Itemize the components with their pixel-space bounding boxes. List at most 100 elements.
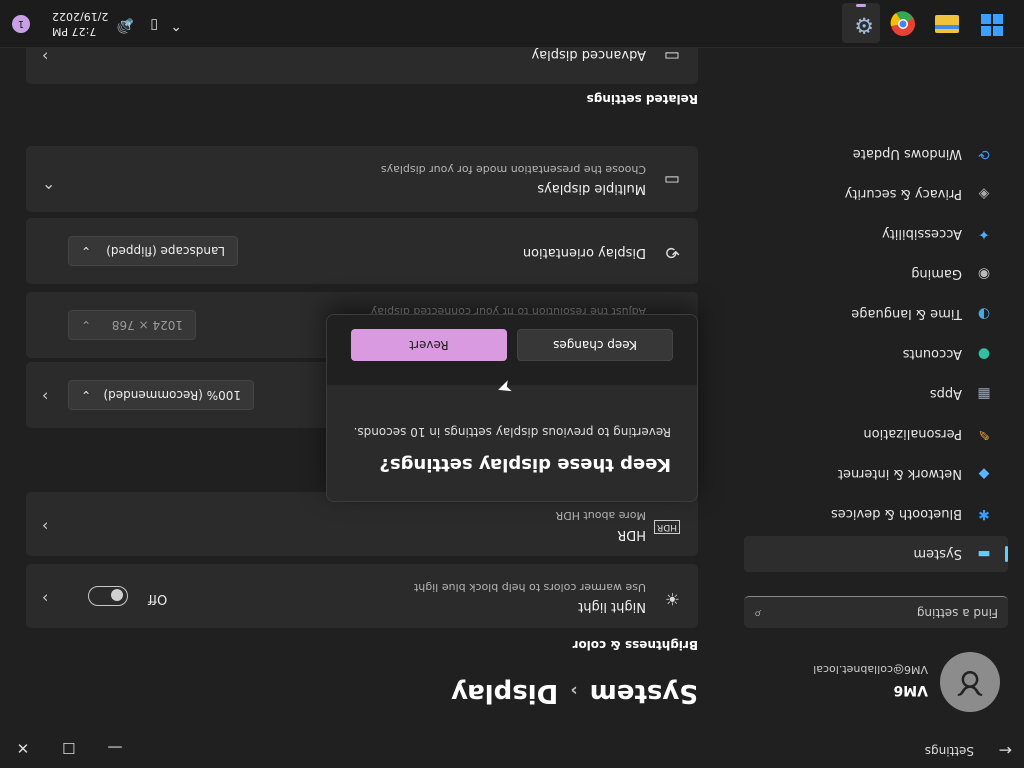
sidebar-item-network-internet[interactable]: ◆ Network & internet <box>744 456 1008 492</box>
nav-icon: ◉ <box>977 266 991 282</box>
hdr-subtitle[interactable]: More about HDR <box>556 509 646 522</box>
sidebar-item-privacy-security[interactable]: ◈ Privacy & security <box>744 176 1008 212</box>
nav-icon: ✱ <box>978 506 990 522</box>
displays-icon: ▭ <box>663 170 680 190</box>
search-icon: ⌕ <box>754 606 762 621</box>
sidebar-item-label: Apps <box>929 386 962 402</box>
speaker-icon[interactable]: 🔊 <box>117 17 134 33</box>
multiple-displays-title: Multiple displays <box>537 181 646 196</box>
sidebar-item-label: Gaming <box>911 266 962 282</box>
section-brightness: Brightness & color <box>572 638 698 652</box>
sidebar-item-label: Bluetooth & devices <box>831 506 962 522</box>
resolution-dropdown[interactable]: 1024 × 768 ⌄ <box>68 310 196 340</box>
orientation-dropdown[interactable]: Landscape (flipped) ⌄ <box>68 236 238 266</box>
night-light-toggle[interactable] <box>88 586 128 606</box>
keep-changes-button[interactable]: Keep changes <box>517 329 673 361</box>
battery-icon[interactable]: ▯ <box>150 17 158 33</box>
chevron-up-icon[interactable]: ⌃ <box>42 173 55 192</box>
search-placeholder: Find a setting <box>916 606 998 620</box>
sidebar-item-accounts[interactable]: ● Accounts <box>744 336 1008 372</box>
windows-start-icon[interactable] <box>976 9 1004 37</box>
chevron-right-icon: › <box>42 589 49 608</box>
file-explorer-icon[interactable] <box>932 9 960 37</box>
sidebar-item-label: Accessibility <box>882 226 962 242</box>
running-indicator <box>856 4 866 7</box>
rotate-icon: ⟲ <box>665 242 680 262</box>
sidebar-item-apps[interactable]: ▦ Apps <box>744 376 1008 412</box>
search-input[interactable]: Find a setting ⌕ <box>744 596 1008 628</box>
chevron-right-icon: › <box>42 47 49 66</box>
chevron-down-icon: ⌄ <box>81 244 92 258</box>
nav-icon: ✦ <box>978 226 990 242</box>
title-bar: ← Settings — ☐ ✕ <box>0 728 1024 768</box>
night-light-title: Night light <box>578 599 646 614</box>
avatar[interactable]: ♉ <box>940 652 1000 712</box>
sidebar-item-system[interactable]: ▬ System <box>744 536 1008 572</box>
screen: ← Settings — ☐ ✕ ♉ VM6 VM6@collabnet.loc… <box>0 0 1024 768</box>
gear-icon: ⚙ <box>854 12 874 37</box>
resolution-value: 1024 × 768 <box>111 318 183 332</box>
scale-value: 100% (Recommended) <box>103 388 241 402</box>
revert-button[interactable]: Revert <box>351 329 507 361</box>
advanced-display-title: Advanced display <box>531 47 646 62</box>
dialog-footer: Keep changes Revert <box>326 314 697 385</box>
minimize-button[interactable]: — <box>92 734 138 762</box>
chevron-down-icon: ⌄ <box>81 388 92 402</box>
clock-date: 2/19/2022 <box>52 10 109 23</box>
breadcrumb: System › Display <box>451 678 698 708</box>
dialog-title: Keep these display settings? <box>379 454 671 475</box>
chevron-down-icon: ⌄ <box>81 318 92 332</box>
nav-icon: ◑ <box>977 306 991 322</box>
dialog-message: Reverting to previous display settings i… <box>353 425 671 439</box>
nav-icon: ▬ <box>977 546 991 562</box>
multiple-displays-card[interactable]: ▭ Multiple displays Choose the presentat… <box>26 146 698 212</box>
multiple-displays-subtitle: Choose the presentation mode for your di… <box>380 163 646 176</box>
chevron-up-icon[interactable]: ⌃ <box>170 17 182 33</box>
breadcrumb-parent[interactable]: System <box>590 678 698 708</box>
scale-dropdown[interactable]: 100% (Recommended) ⌄ <box>68 380 254 410</box>
clock[interactable]: 7:27 PM 2/19/2022 <box>52 9 108 39</box>
sidebar-item-label: Accounts <box>902 346 962 362</box>
user-name: VM6 <box>893 682 928 698</box>
back-arrow-icon[interactable]: ← <box>999 741 1012 760</box>
close-button[interactable]: ✕ <box>0 734 46 762</box>
sidebar-item-label: Time & language <box>851 306 962 322</box>
night-light-state: Off <box>148 591 168 606</box>
chevron-right-icon: › <box>42 517 49 536</box>
sidebar-item-label: Privacy & security <box>844 186 962 202</box>
sidebar-item-gaming[interactable]: ◉ Gaming <box>744 256 1008 292</box>
chevron-right-icon: › <box>42 387 49 406</box>
page-title: Display <box>451 678 559 708</box>
sidebar-item-personalization[interactable]: ✎ Personalization <box>744 416 1008 452</box>
selection-indicator <box>1005 546 1008 562</box>
clock-time: 7:27 PM <box>52 25 97 38</box>
night-light-card[interactable]: ☀ Night light Use warmer colors to help … <box>26 564 698 628</box>
orientation-card[interactable]: ⟲ Display orientation Landscape (flipped… <box>26 218 698 284</box>
nav-icon: ▦ <box>977 386 991 402</box>
notification-badge[interactable]: 1 <box>12 15 30 33</box>
sidebar-item-label: Personalization <box>863 426 962 442</box>
taskbar: ⚙ ⌃ ▯ 🔊 7:27 PM 2/19/2022 1 <box>0 0 1024 48</box>
nav-icon: ◈ <box>978 186 990 202</box>
nav-icon: ◆ <box>978 466 990 482</box>
orientation-value: Landscape (flipped) <box>106 244 225 258</box>
section-related: Related settings <box>586 92 698 106</box>
sidebar-item-windows-update[interactable]: ⟳ Windows Update <box>744 136 1008 172</box>
sidebar-item-accessibility[interactable]: ✦ Accessibility <box>744 216 1008 252</box>
sidebar-item-bluetooth-devices[interactable]: ✱ Bluetooth & devices <box>744 496 1008 532</box>
maximize-button[interactable]: ☐ <box>46 734 92 762</box>
sidebar-item-label: Network & internet <box>837 466 962 482</box>
toggle-knob <box>111 589 123 601</box>
nav-icon: ⟳ <box>978 146 990 162</box>
breadcrumb-separator: › <box>570 680 578 701</box>
monitor-icon: ▭ <box>663 46 680 66</box>
chrome-icon[interactable] <box>888 9 916 37</box>
sidebar-item-time-language[interactable]: ◑ Time & language <box>744 296 1008 332</box>
hdr-icon: HDR <box>654 520 680 534</box>
user-email: VM6@collabnet.local <box>813 663 928 676</box>
orientation-title: Display orientation <box>522 245 646 260</box>
night-light-subtitle: Use warmer colors to help block blue lig… <box>413 581 646 594</box>
nav-icon: ✎ <box>978 426 990 442</box>
settings-taskbar-button[interactable]: ⚙ <box>842 3 880 43</box>
hdr-title: HDR <box>617 527 646 542</box>
